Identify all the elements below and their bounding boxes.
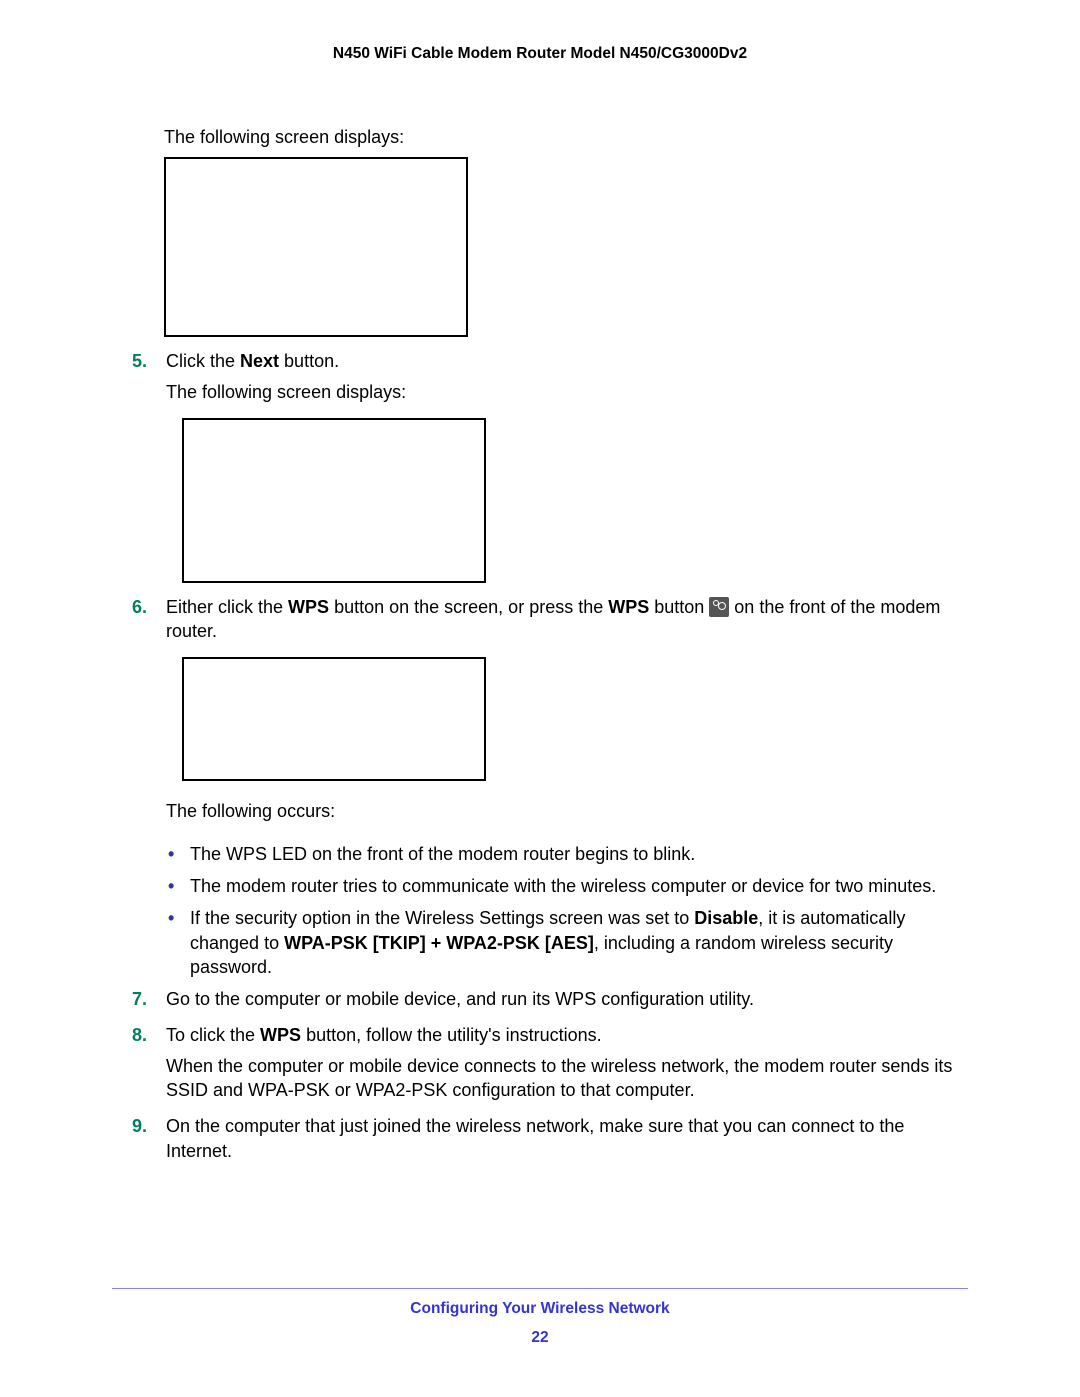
step-follow: The following occurs: • The WPS LED on th… [166,799,968,979]
bold-text: WPS [288,597,329,617]
step-7: 7. Go to the computer or mobile device, … [112,987,968,1017]
page-footer: Configuring Your Wireless Network 22 [112,1288,968,1349]
screenshot-placeholder [182,657,486,781]
text: The modem router tries to communicate wi… [190,876,936,896]
bullet-icon: • [168,842,174,866]
screenshot-placeholder [182,418,486,583]
text: Click the [166,351,240,371]
step-number: 8. [112,1023,166,1108]
step-6: 6. Either click the WPS button on the sc… [112,595,968,650]
text: The following occurs: [166,799,968,823]
footer-section-title: Configuring Your Wireless Network [112,1299,968,1320]
header-title: N450 WiFi Cable Modem Router Model N450/… [112,44,968,65]
step-9: 9. On the computer that just joined the … [112,1114,968,1169]
text: Either click the [166,597,288,617]
bold-text: Next [240,351,279,371]
screenshot-placeholder [164,157,468,337]
document-page: N450 WiFi Cable Modem Router Model N450/… [0,0,1080,1397]
step-number: 5. [112,349,166,410]
step-body: Either click the WPS button on the scree… [166,595,968,650]
intro-text: The following screen displays: [164,125,968,149]
bullet-icon: • [168,906,174,930]
text: Go to the computer or mobile device, and… [166,987,968,1011]
step-number: 6. [112,595,166,650]
bullet-list: • The WPS LED on the front of the modem r… [166,842,968,979]
text: button on the screen, or press the [329,597,608,617]
step-number: 7. [112,987,166,1017]
step-body: On the computer that just joined the wir… [166,1114,968,1169]
text: On the computer that just joined the wir… [166,1114,968,1163]
text: button, follow the utility's instruction… [301,1025,602,1045]
text: The WPS LED on the front of the modem ro… [190,844,695,864]
bold-text: WPA-PSK [TKIP] + WPA2-PSK [AES] [284,933,594,953]
list-item: • If the security option in the Wireless… [166,906,968,979]
bold-text: WPS [608,597,649,617]
bullet-icon: • [168,874,174,898]
list-item: • The modem router tries to communicate w… [166,874,968,898]
text: The following screen displays: [166,380,968,404]
text: button [649,597,709,617]
text: When the computer or mobile device conne… [166,1054,968,1103]
step-number: 9. [112,1114,166,1169]
step-body: Go to the computer or mobile device, and… [166,987,968,1017]
text: If the security option in the Wireless S… [190,908,694,928]
text: button. [279,351,339,371]
bold-text: WPS [260,1025,301,1045]
step-5: 5. Click the Next button. The following … [112,349,968,410]
step-body: To click the WPS button, follow the util… [166,1023,968,1108]
wps-icon [709,597,729,617]
bold-text: Disable [694,908,758,928]
step-body: Click the Next button. The following scr… [166,349,968,410]
list-item: • The WPS LED on the front of the modem r… [166,842,968,866]
footer-page-number: 22 [112,1328,968,1349]
step-8: 8. To click the WPS button, follow the u… [112,1023,968,1108]
footer-rule [112,1288,968,1289]
text: To click the [166,1025,260,1045]
